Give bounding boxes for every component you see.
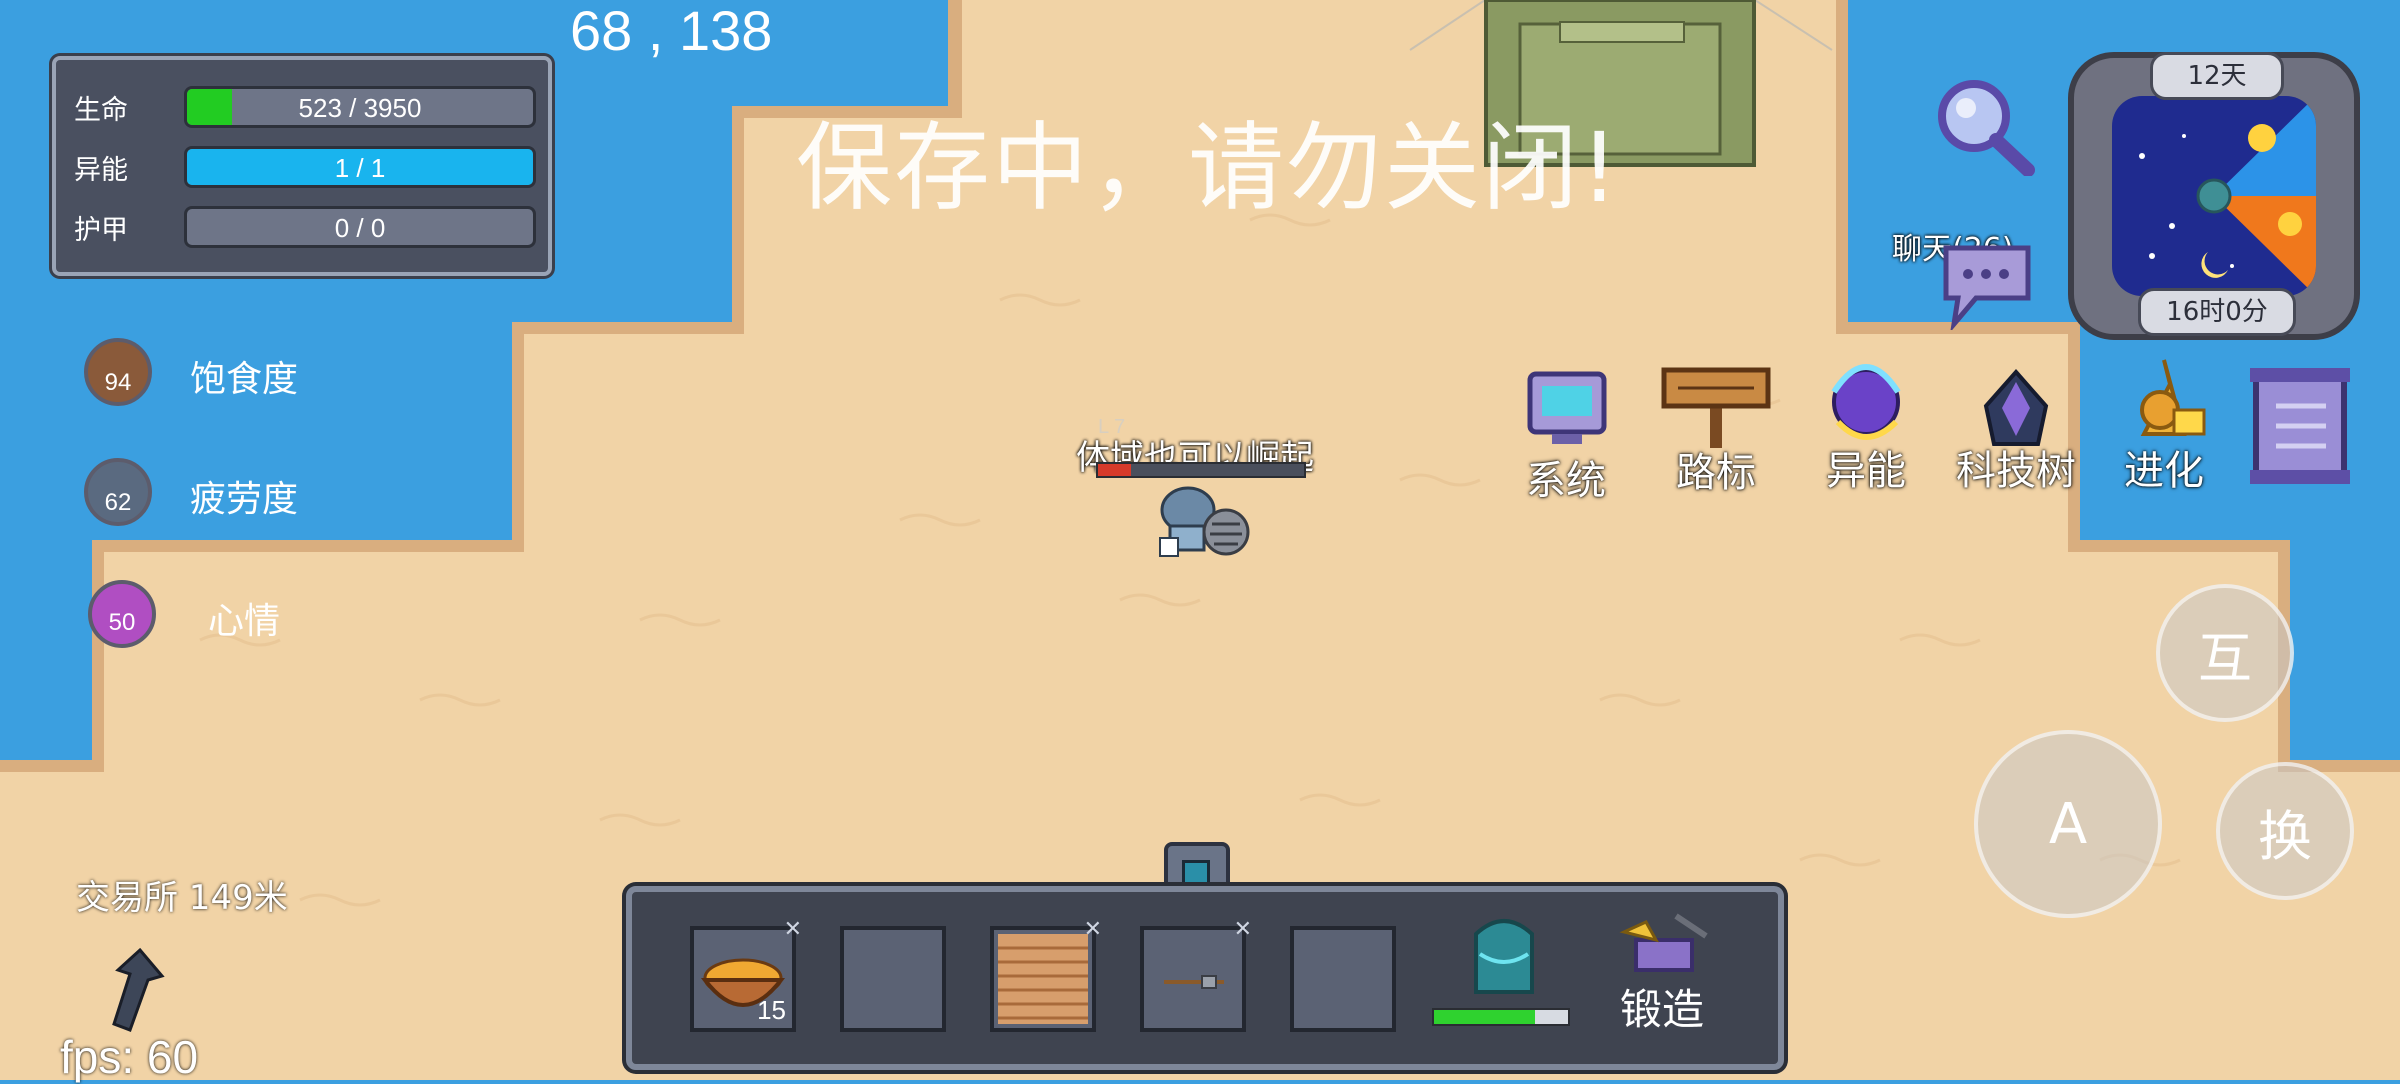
- menu-evolution-label: 进化: [2124, 448, 2204, 494]
- gem-icon: [1182, 860, 1210, 888]
- menu-tech-tree[interactable]: 科技树: [1956, 366, 2076, 494]
- food-icon: 94: [84, 338, 152, 406]
- player-level: L 7: [1098, 416, 1126, 438]
- menu-system-label: 系统: [1526, 458, 1606, 504]
- hunger-value: 94: [104, 369, 132, 396]
- saving-message: 保存中，请勿关闭!: [796, 112, 1621, 224]
- energy-row: 异能 1 / 1: [74, 144, 536, 188]
- forge-label: 锻造: [1619, 985, 1704, 1034]
- quest-scroll-icon[interactable]: [2246, 366, 2354, 486]
- sky-dial: [2112, 96, 2316, 296]
- fatigue-value: 62: [104, 489, 132, 516]
- day-clock: 12天 16时0分: [2068, 52, 2360, 340]
- armor-row: 护甲 0 / 0: [74, 204, 536, 248]
- menu-ability-label: 异能: [1826, 448, 1906, 494]
- coordinates: 68 , 138: [570, 0, 773, 62]
- slot-1-remove-icon[interactable]: ✕: [784, 916, 802, 942]
- armor-label: 护甲: [74, 215, 128, 246]
- menu-signpost[interactable]: 路标: [1656, 362, 1776, 496]
- player-character[interactable]: [1146, 472, 1256, 564]
- heart-icon: 50: [88, 580, 156, 648]
- health-row: 生命 523 / 3950: [74, 84, 536, 128]
- hotbar-slot-4[interactable]: ✕: [1140, 916, 1252, 1032]
- trade-distance: 交易所 149米: [76, 878, 288, 918]
- forge-button[interactable]: 锻造: [1602, 910, 1722, 1040]
- slot-3-remove-icon[interactable]: ✕: [1084, 916, 1102, 942]
- health-label: 生命: [74, 95, 128, 126]
- energy-label: 异能: [74, 155, 128, 186]
- compass-arrow-icon: [112, 947, 165, 1032]
- menu-evolution[interactable]: 进化: [2104, 354, 2224, 494]
- backpack-icon: [1474, 919, 1534, 994]
- chat-icon[interactable]: [1940, 240, 2034, 330]
- fps-counter: fps: 60: [60, 1031, 199, 1083]
- search-icon[interactable]: [1932, 76, 2036, 176]
- slot-4-remove-icon[interactable]: ✕: [1234, 916, 1252, 942]
- hotbar: ✕ 15 ✕ ✕ 锻造: [626, 886, 1784, 1070]
- anvil-icon: [1619, 913, 1708, 972]
- energy-bar: 1 / 1: [184, 146, 536, 188]
- evolution-icon: [2140, 359, 2206, 436]
- swap-button[interactable]: 换: [2216, 762, 2354, 900]
- health-value: 523 / 3950: [298, 93, 422, 123]
- menu-signpost-label: 路标: [1676, 450, 1756, 496]
- health-bar: 523 / 3950: [184, 86, 536, 128]
- mood-value: 50: [108, 609, 136, 636]
- backpack-capacity-bar: [1432, 1008, 1570, 1026]
- armor-value: 0 / 0: [334, 213, 386, 243]
- fatigue-label: 疲劳度: [190, 479, 299, 520]
- fatigue-icon: 62: [84, 458, 152, 526]
- interact-button[interactable]: 互: [2156, 584, 2294, 722]
- day-count: 12天: [2150, 52, 2284, 100]
- time-display: 16时0分: [2138, 288, 2296, 336]
- stats-panel: 生命 523 / 3950 异能 1 / 1 护甲 0 / 0: [52, 56, 552, 276]
- computer-icon: [1527, 371, 1607, 444]
- hotbar-slot-2[interactable]: [840, 926, 946, 1032]
- hotbar-slot-5[interactable]: [1290, 926, 1396, 1032]
- hunger-meter[interactable]: 94: [84, 338, 152, 406]
- slot-1-count: 15: [757, 995, 786, 1025]
- armor-bar: 0 / 0: [184, 206, 536, 248]
- backpack[interactable]: [1432, 914, 1572, 1034]
- fatigue-meter[interactable]: 62: [84, 458, 152, 526]
- mood-meter[interactable]: 50: [88, 580, 156, 648]
- menu-ability[interactable]: 异能: [1806, 352, 1926, 494]
- wood-plank-icon: [998, 934, 1088, 1024]
- hotbar-slot-1[interactable]: ✕ 15: [690, 916, 802, 1032]
- hotbar-slot-3[interactable]: ✕: [990, 916, 1102, 1032]
- energy-value: 1 / 1: [334, 153, 386, 183]
- axe-icon: [1164, 975, 1224, 989]
- magic-icon: [1831, 364, 1901, 440]
- menu-system[interactable]: 系统: [1506, 370, 1626, 504]
- backpack-capacity-fill: [1434, 1010, 1535, 1024]
- hunger-label: 饱食度: [190, 359, 299, 400]
- attack-button[interactable]: A: [1974, 730, 2162, 918]
- mood-label: 心情: [208, 601, 281, 642]
- player-health-fill: [1098, 464, 1131, 476]
- signpost-icon: [1661, 367, 1771, 448]
- menu-tech-tree-label: 科技树: [1956, 448, 2076, 494]
